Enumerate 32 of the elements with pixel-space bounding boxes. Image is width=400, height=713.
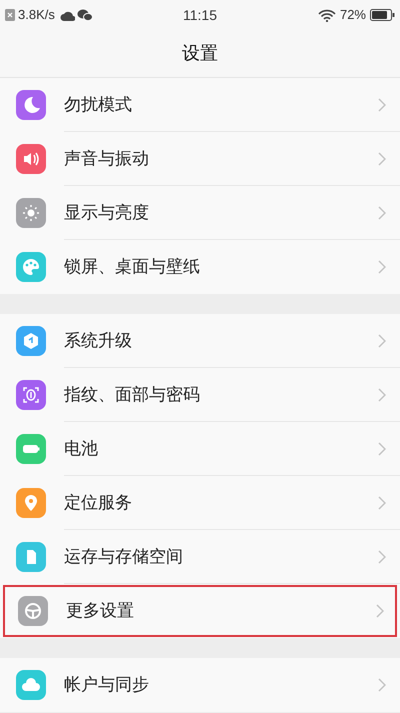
clock-time: 11:15: [183, 6, 217, 24]
row-label: 定位服务: [64, 492, 133, 514]
row-label: 指纹、面部与密码: [64, 384, 201, 406]
wifi-icon: [318, 8, 336, 22]
chevron-right-icon: [378, 98, 386, 112]
chat-icon: [76, 9, 93, 21]
row-label: 勿扰模式: [64, 94, 133, 116]
chevron-right-icon: [378, 678, 386, 692]
row-label: 运存与存储空间: [64, 546, 184, 568]
network-speed: 3.8K/s: [18, 6, 55, 24]
battery-percentage: 72%: [340, 6, 366, 24]
cloud-icon: [60, 10, 75, 20]
chevron-right-icon: [378, 496, 386, 510]
row-label: 电池: [64, 438, 99, 460]
settings-row[interactable]: 更多设置: [2, 584, 398, 638]
row-label: 声音与振动: [64, 148, 150, 170]
row-label: 更多设置: [66, 600, 135, 622]
battery-icon: [370, 9, 395, 21]
chevron-right-icon: [378, 206, 386, 220]
row-label: 系统升级: [64, 330, 133, 352]
row-label: 帐户与同步: [64, 674, 150, 696]
row-label: 锁屏、桌面与壁纸: [64, 256, 201, 278]
chevron-right-icon: [378, 152, 386, 166]
chevron-right-icon: [376, 604, 384, 618]
chevron-right-icon: [378, 334, 386, 348]
page-title: 设置: [182, 42, 218, 65]
chevron-right-icon: [378, 550, 386, 564]
chevron-right-icon: [378, 388, 386, 402]
sim-icon: [5, 9, 15, 21]
chevron-right-icon: [378, 260, 386, 274]
chevron-right-icon: [378, 442, 386, 456]
row-label: 显示与亮度: [64, 202, 150, 224]
